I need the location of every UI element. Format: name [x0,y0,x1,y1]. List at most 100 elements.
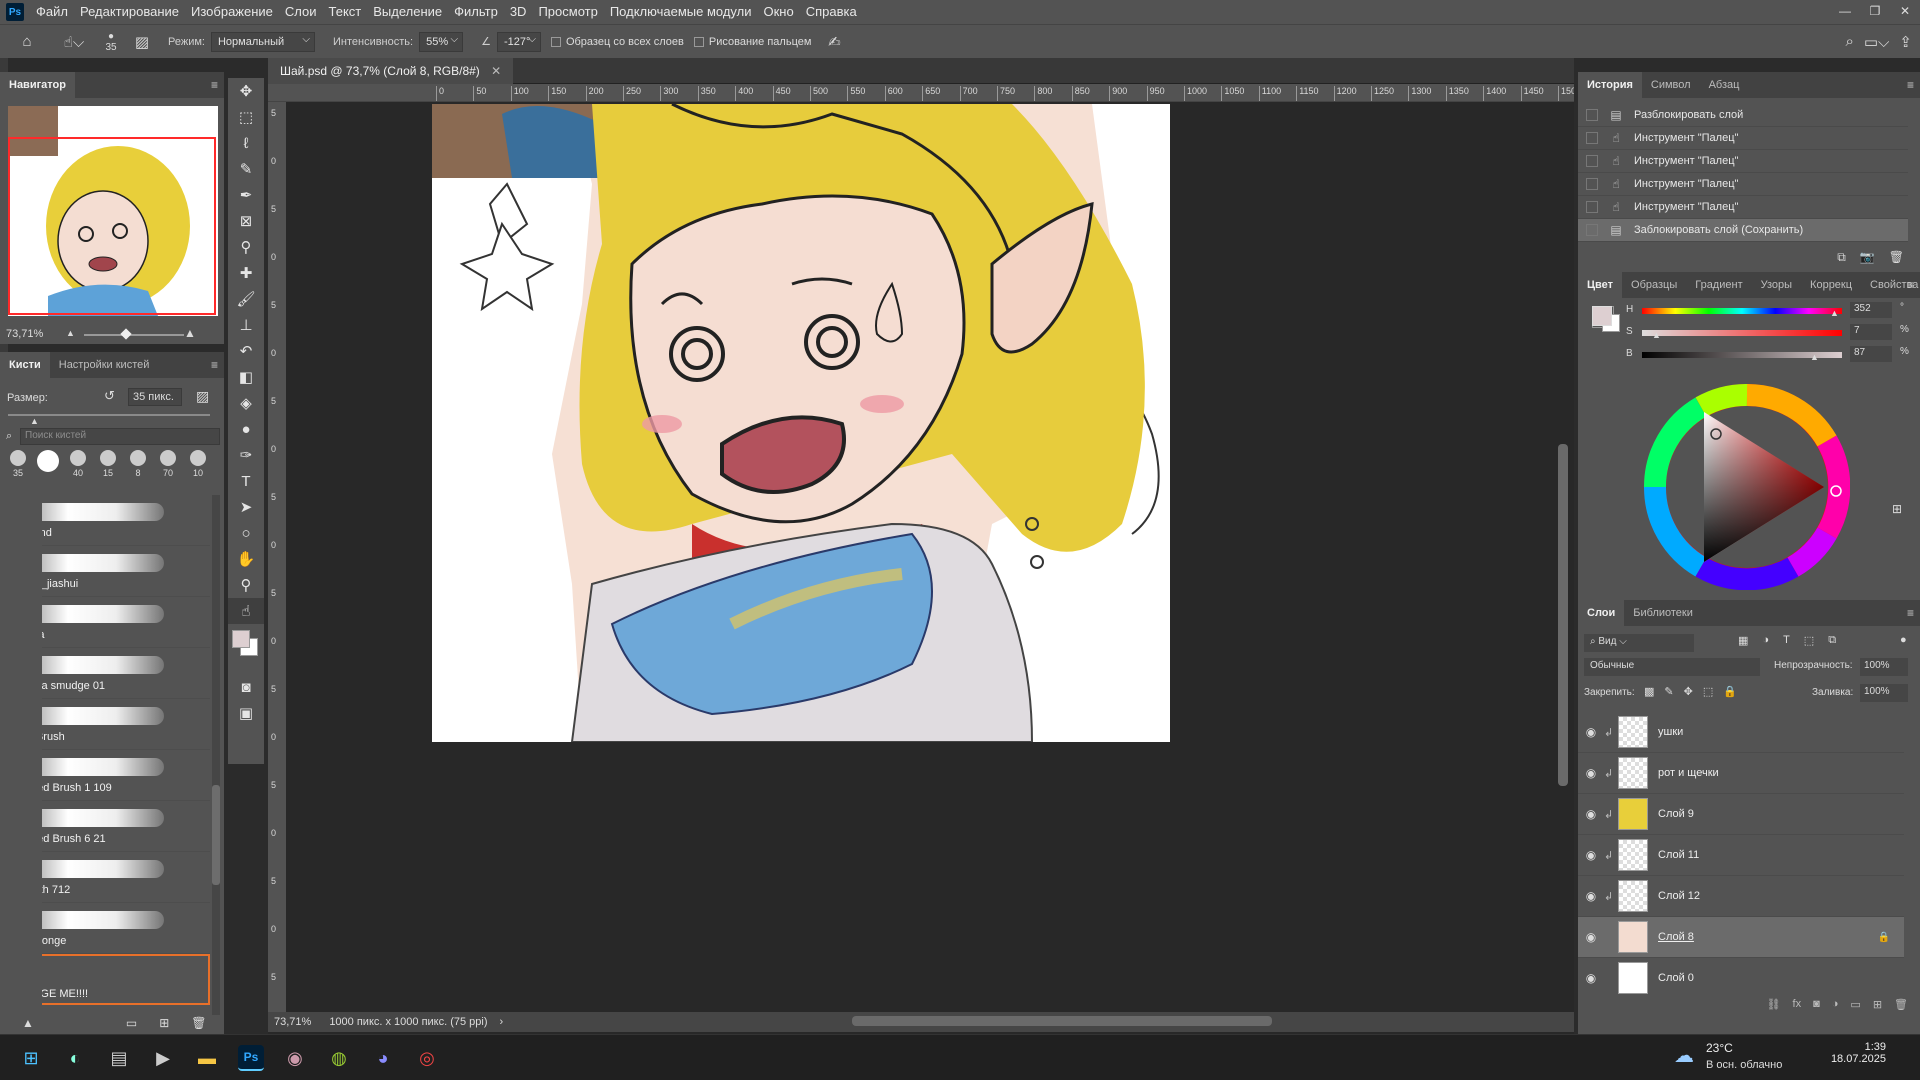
weather-icon[interactable]: ☁ [1674,1043,1694,1068]
layer-name[interactable]: ушки [1658,726,1683,738]
brush-preset[interactable]: 10 [186,450,210,490]
history-snapshot-checkbox[interactable] [1586,178,1598,190]
tab-item[interactable]: Слои [1578,600,1625,626]
tab-item[interactable]: Библиотеки [1624,600,1702,626]
brush-preset[interactable]: 15 [96,450,120,490]
lock-position-icon[interactable]: ✥ [1684,685,1693,698]
screen-mode-icon[interactable]: ▣ [228,700,264,726]
trash-icon[interactable]: 🗑 [191,1016,206,1030]
layer-row[interactable]: ◉ ↲ Слой 9 [1578,794,1904,835]
lasso-tool-icon[interactable]: ℓ [228,130,264,156]
quick-select-tool-icon[interactable]: ✎ [228,156,264,182]
restore-icon[interactable]: ❐ [1860,0,1890,24]
history-snapshot-checkbox[interactable] [1586,224,1598,236]
eyedropper-tool-icon[interactable]: ⚲ [228,234,264,260]
history-item[interactable]: ☝ Инструмент "Палец" [1578,196,1908,219]
brush-item[interactable]: Dzikawa smudge 01 [42,648,210,699]
eye-icon[interactable]: ◉ [1578,889,1604,903]
clock[interactable]: 1:39 18.07.2025 [1831,1041,1886,1065]
eye-icon[interactable]: ◉ [1578,848,1604,862]
marquee-tool-icon[interactable]: ⬚ [228,104,264,130]
layer-filter-select[interactable]: ⌕ Вид ⌵ [1584,634,1694,652]
trash-icon[interactable]: 🗑 [1894,998,1908,1011]
layer-name[interactable]: Слой 0 [1658,972,1694,984]
menu-item[interactable]: Подключаемые модули [604,0,758,24]
tab-brush-settings[interactable]: Настройки кистей [50,352,159,378]
brush-settings-icon[interactable]: ▨ [129,30,155,54]
status-expand-icon[interactable]: › [500,1016,504,1028]
zoom-slider-handle[interactable] [120,328,132,340]
panel-menu-icon[interactable]: ≡ [1907,606,1914,620]
windows-start-icon[interactable]: ⊞ [18,1045,44,1071]
brush-preset-picker[interactable]: ● 35 [96,31,126,53]
eye-icon[interactable]: ◉ [1578,930,1604,944]
paint-bucket-tool-icon[interactable]: ◈ [228,390,264,416]
menu-item[interactable]: Окно [757,0,799,24]
menu-item[interactable]: Слои [279,0,323,24]
history-item[interactable]: ▤ Разблокировать слой [1578,104,1908,127]
history-snapshot-checkbox[interactable] [1586,201,1598,213]
brush-item[interactable]: Sampled Brush 6 21 [42,801,210,852]
fg-color-chip-fill[interactable] [1592,306,1612,326]
ellipse-tool-icon[interactable]: ○ [228,520,264,546]
tab-item[interactable]: Коррекц [1801,272,1861,298]
layer-name[interactable]: рот и щечки [1658,767,1719,779]
filter-type-icon[interactable]: T [1783,634,1790,647]
layer-thumbnail[interactable] [1618,839,1648,871]
close-icon[interactable]: ✕ [491,64,501,78]
menu-item[interactable]: Выделение [367,0,448,24]
saturation-slider-handle[interactable]: ▲ [1652,330,1661,340]
trash-icon[interactable]: 🗑 [1889,250,1904,265]
menu-item[interactable]: Изображение [185,0,279,24]
document-tab[interactable]: Шай.psd @ 73,7% (Слой 8, RGB/8#) ✕ [268,58,514,84]
filter-smart-icon[interactable]: ⧉ [1828,634,1836,647]
weather-desc[interactable]: В осн. облачно [1706,1059,1782,1071]
layer-mask-icon[interactable]: ◙ [1813,998,1820,1011]
photoshop-taskbar-icon[interactable]: Ps [238,1045,264,1071]
hue-slider[interactable] [1642,308,1842,314]
zoom-in-icon[interactable]: ▲ [184,326,196,340]
menu-item[interactable]: Фильтр [448,0,504,24]
move-tool-icon[interactable]: ✥ [228,78,264,104]
new-brush-icon[interactable]: ▨ [196,388,209,405]
home-icon[interactable]: ⌂ [14,30,40,54]
smudge-tool-preset-icon[interactable]: ☝⌵ [61,30,87,54]
history-snapshot-checkbox[interactable] [1586,132,1598,144]
history-item[interactable]: ☝ Инструмент "Палец" [1578,150,1908,173]
brush-item[interactable]: Dzi smth 712 [42,852,210,903]
app-icon[interactable]: ◍ [326,1045,352,1071]
history-snapshot-checkbox[interactable] [1586,109,1598,121]
brush-tool-icon[interactable]: 🖌 [228,286,264,312]
layer-row[interactable]: ◉ Слой 0 [1578,958,1904,998]
mode-select[interactable]: Нормальный [210,31,315,52]
brush-item[interactable]: Sampled Brush 1 109 [42,750,210,801]
brush-item[interactable]: Klyaksa [42,597,210,648]
eye-icon[interactable]: ◉ [1578,766,1604,780]
media-player-icon[interactable]: ▶ [150,1045,176,1071]
lock-transparent-icon[interactable]: ▩ [1644,685,1654,698]
eye-icon[interactable]: ◉ [1578,971,1604,985]
menu-item[interactable]: Просмотр [532,0,603,24]
snapshot-icon[interactable]: 📷 [1860,250,1875,265]
layer-thumbnail[interactable] [1618,757,1648,789]
tab-item[interactable]: Цвет [1578,272,1623,298]
discord-icon[interactable]: ◕ [370,1045,396,1071]
brush-preset[interactable] [36,450,60,490]
vertical-scrollbar[interactable] [1558,444,1568,786]
panel-menu-icon[interactable]: ≡ [211,78,218,92]
tab-item[interactable]: Абзац [1700,72,1749,98]
opacity-input[interactable]: 100% [1860,658,1908,676]
smudge-tool-icon[interactable]: ☝ [228,598,264,624]
zoom-slider[interactable] [84,334,184,336]
path-selection-tool-icon[interactable]: ➤ [228,494,264,520]
brush-preset[interactable]: 40 [66,450,90,490]
close-icon[interactable]: ✕ [1890,0,1920,24]
new-layer-icon[interactable]: ⊞ [1873,998,1882,1011]
layer-row[interactable]: ◉ ↲ рот и щечки [1578,753,1904,794]
horizontal-scrollbar[interactable] [852,1016,1272,1026]
fill-input[interactable]: 100% [1860,684,1908,702]
canvas[interactable] [432,104,1170,742]
eye-icon[interactable]: ◉ [1578,725,1604,739]
menu-item[interactable]: Справка [800,0,863,24]
history-item[interactable]: ▤ Заблокировать слой (Сохранить) [1578,219,1908,242]
